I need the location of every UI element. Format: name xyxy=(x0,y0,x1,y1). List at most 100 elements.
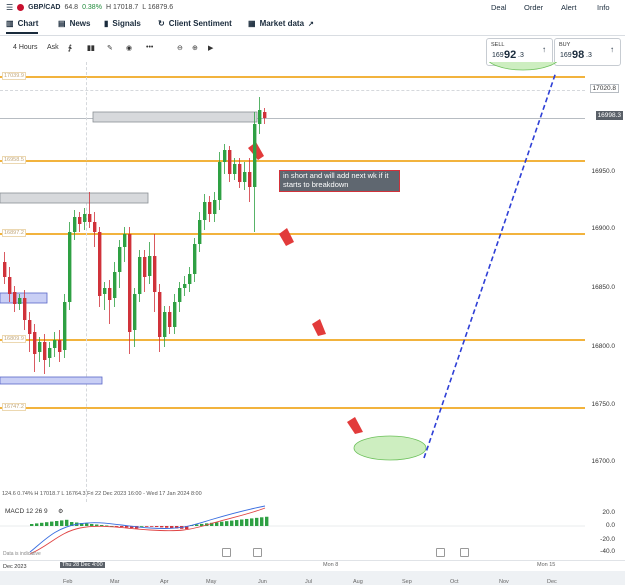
tab-signals[interactable]: ▮ Signals xyxy=(104,19,141,28)
candle-body xyxy=(93,222,97,232)
play-icon[interactable]: ▶ xyxy=(208,44,213,52)
candle-body xyxy=(98,232,102,296)
bar-chart-icon[interactable]: ▮▮ xyxy=(87,44,95,52)
candle-body xyxy=(168,312,172,327)
more-icon[interactable]: ••• xyxy=(146,44,153,51)
candle-body xyxy=(33,332,37,354)
sell-arrow-icon: ↑ xyxy=(542,45,546,54)
macd-axis-label: 20.0 xyxy=(602,509,615,516)
candle-body xyxy=(258,110,262,124)
candle-body xyxy=(173,302,177,327)
crosshair-time: Thu 28 Dec 4:00 xyxy=(60,562,105,568)
candle-body xyxy=(163,312,167,337)
news-icon: ▤ xyxy=(58,19,66,28)
target-ellipse xyxy=(353,435,427,461)
macd-bar xyxy=(165,526,169,528)
tab-news[interactable]: ▤ News xyxy=(58,19,90,28)
macd-bar xyxy=(225,521,229,526)
month-tick: Dec xyxy=(547,579,557,585)
zone-rect xyxy=(92,111,258,123)
tab-signals-label: Signals xyxy=(112,19,141,28)
interval-select[interactable]: 4 Hours xyxy=(13,44,38,51)
candle-body xyxy=(23,298,27,320)
eye-icon[interactable]: ◉ xyxy=(126,44,132,52)
calendar-event-icon[interactable] xyxy=(222,548,231,557)
projection-line xyxy=(423,71,557,459)
indicators-icon[interactable]: ∱ xyxy=(68,44,72,52)
macd-bar xyxy=(240,519,244,526)
tab-market-data[interactable]: ▦ Market data ↗ xyxy=(248,19,314,28)
macd-bar xyxy=(255,517,259,526)
zone-rect xyxy=(0,376,103,385)
macd-bar xyxy=(230,520,234,526)
candle-body xyxy=(178,288,182,302)
candle-body xyxy=(188,274,192,284)
macd-bar xyxy=(250,518,254,526)
month-tick: Sep xyxy=(402,579,412,585)
nav-alert[interactable]: Alert xyxy=(561,3,576,12)
buy-big-digits: 98 xyxy=(572,49,585,61)
buy-small-digits: .3 xyxy=(586,52,592,59)
navigator-strip[interactable] xyxy=(0,571,625,585)
candle-body xyxy=(148,256,152,276)
candle-body xyxy=(218,162,222,200)
candle-body xyxy=(128,234,132,332)
tab-chart[interactable]: ▥ Chart xyxy=(6,19,39,34)
chart-drawings xyxy=(0,62,558,461)
candle-body xyxy=(58,340,62,352)
month-tick: Jul xyxy=(305,579,313,585)
nav-deal[interactable]: Deal xyxy=(491,3,506,12)
month-tick: Nov xyxy=(499,579,509,585)
candle-body xyxy=(133,294,137,330)
calendar-event-icon[interactable] xyxy=(436,548,445,557)
annotation-text: in short and will add next wk if it star… xyxy=(283,171,389,189)
axis-label: 16750.0 xyxy=(591,401,616,408)
symbol-summary: ☰ GBP/CAD 64.8 0.38% H 17018.7 L 16879.6 xyxy=(6,3,173,12)
month-tick: Aug xyxy=(353,579,363,585)
nav-info[interactable]: Info xyxy=(597,3,610,12)
candle-body xyxy=(3,262,7,277)
price-chart[interactable]: 17039.9 16958.5 16897.2 16809.9 16747.2 … xyxy=(0,62,585,502)
candle-body xyxy=(73,217,77,232)
candle-body xyxy=(253,124,257,187)
menu-icon[interactable]: ☰ xyxy=(6,3,13,12)
candle-body xyxy=(88,214,92,222)
tab-client-sentiment[interactable]: ↻ Client Sentiment xyxy=(158,19,232,28)
candle-body xyxy=(53,340,57,348)
time-axis[interactable]: Thu 28 Dec 4:00 Mon 8 Mon 15 Dec 2023 Fe… xyxy=(0,560,625,586)
tab-bar: ▥ Chart ▤ News ▮ Signals ↻ Client Sentim… xyxy=(0,14,625,36)
calendar-event-icon[interactable] xyxy=(460,548,469,557)
chart-toolbar: 4 Hours Ask ∱ ▮▮ ✎ ◉ ••• ⊖ ⊕ ▶ xyxy=(0,44,260,58)
time-tick: Mon 8 xyxy=(323,562,339,568)
zoom-in-icon[interactable]: ⊕ xyxy=(192,44,198,52)
axis-current-label: 16998.3 xyxy=(595,111,623,120)
candles xyxy=(3,97,267,374)
price-side-select[interactable]: Ask xyxy=(47,44,59,51)
annotation-note[interactable]: in short and will add next wk if it star… xyxy=(279,170,400,192)
macd-bar xyxy=(65,519,69,526)
candle-body xyxy=(113,272,117,298)
candle-body xyxy=(233,164,237,174)
nav-order[interactable]: Order xyxy=(524,3,543,12)
candle-body xyxy=(123,234,127,247)
macd-bar xyxy=(260,517,264,526)
data-note: Data is indicative xyxy=(3,551,41,557)
high-value: H 17018.7 xyxy=(105,4,139,11)
tab-sentiment-label: Client Sentiment xyxy=(168,19,232,28)
candle-body xyxy=(48,348,52,358)
navigator-start: Dec 2023 xyxy=(3,564,27,570)
sell-label: SELL xyxy=(491,42,505,48)
pencil-icon[interactable]: ✎ xyxy=(107,44,113,52)
rsi-value: 64.8 xyxy=(64,4,79,11)
calendar-event-icon[interactable] xyxy=(253,548,262,557)
market-data-icon: ▦ xyxy=(248,19,256,28)
down-arrow xyxy=(347,417,363,434)
macd-bar xyxy=(145,526,149,527)
macd-pane xyxy=(0,505,585,555)
candle-body xyxy=(8,277,12,294)
zoom-out-icon[interactable]: ⊖ xyxy=(177,44,183,52)
candle-body xyxy=(238,164,242,182)
macd-bar xyxy=(90,524,94,526)
macd-bar xyxy=(140,526,144,527)
price-axis[interactable]: 17020.8 16998.3 16950.0 16900.0 16850.0 … xyxy=(585,62,625,502)
